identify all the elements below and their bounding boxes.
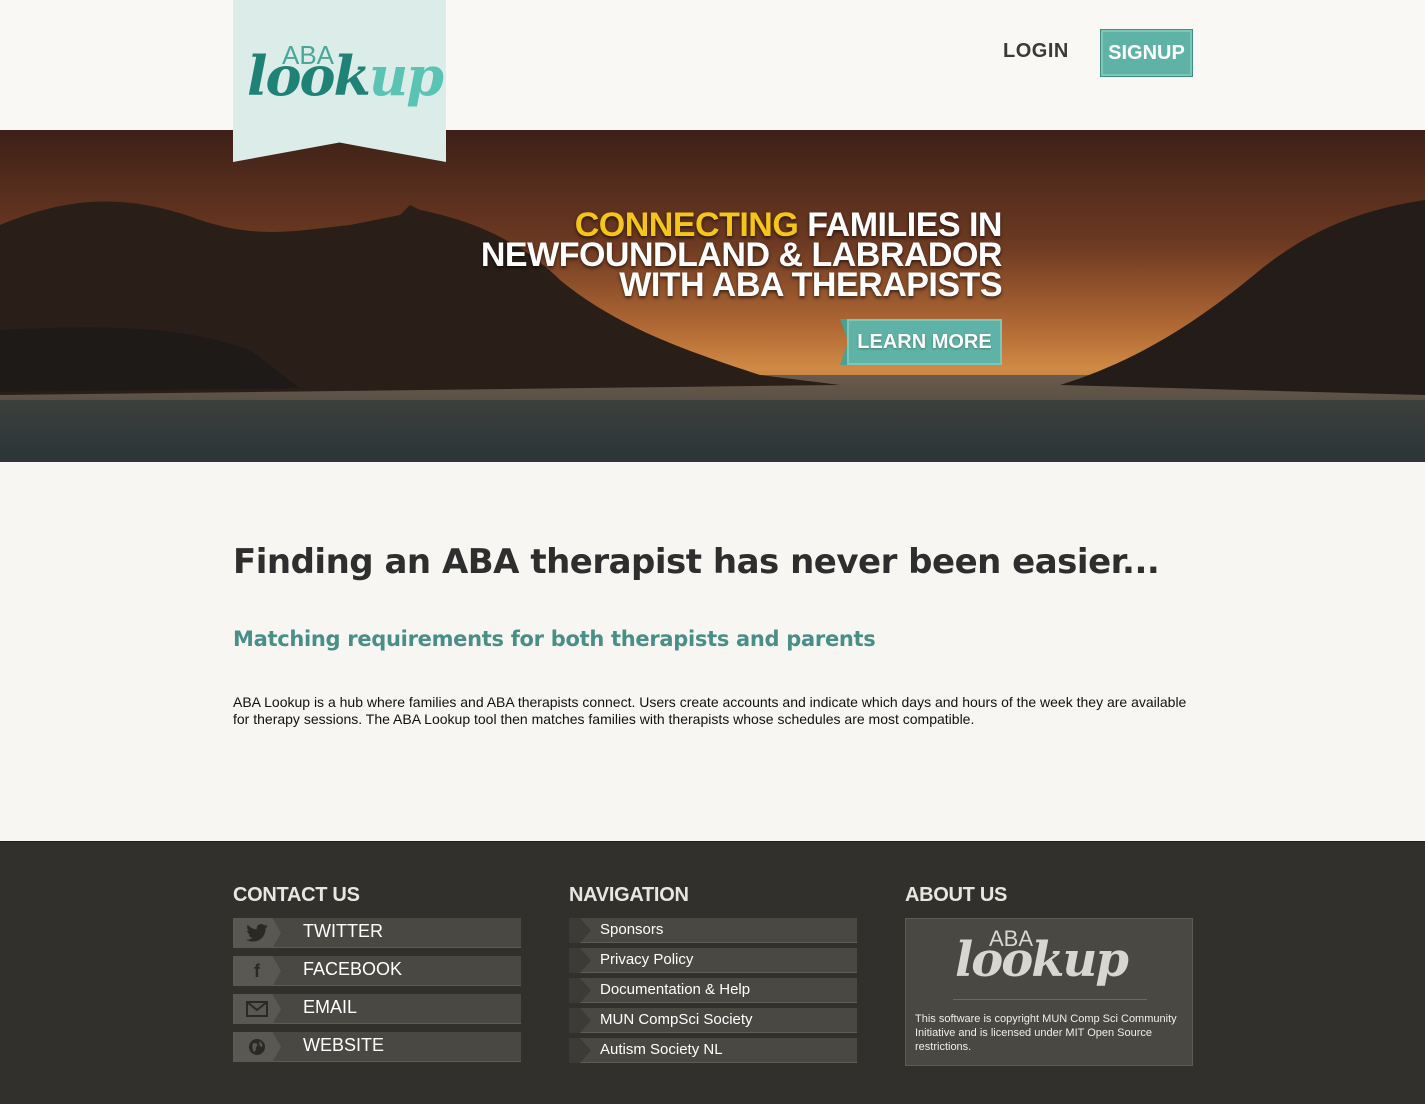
chevron-right-icon — [569, 1008, 591, 1033]
chevron-right-icon — [569, 978, 591, 1003]
twitter-icon — [233, 918, 281, 948]
contact-website-label: WEBSITE — [303, 1035, 385, 1055]
nav-sponsors-link[interactable]: Sponsors — [569, 918, 857, 943]
login-link[interactable]: LOGIN — [1003, 40, 1069, 63]
logo-up: up — [368, 44, 444, 108]
nav-mun-compsci-link[interactable]: MUN CompSci Society — [569, 1008, 857, 1033]
signup-button[interactable]: SIGNUP — [1100, 29, 1193, 77]
nav-autism-society-link[interactable]: Autism Society NL — [569, 1038, 857, 1063]
about-heading: ABOUT US — [905, 884, 1008, 906]
nav-autism-society-label: Autism Society NL — [600, 1041, 723, 1058]
page-subtitle: Matching requirements for both therapist… — [233, 627, 876, 651]
logo-lookup-text[interactable]: lookup — [247, 44, 444, 108]
page-title: Finding an ABA therapist has never been … — [233, 542, 1160, 582]
contact-email-label: EMAIL — [303, 997, 358, 1017]
contact-heading: CONTACT US — [233, 884, 360, 906]
about-divider — [953, 999, 1147, 1000]
nav-mun-compsci-label: MUN CompSci Society — [600, 1011, 753, 1028]
navigation-heading: NAVIGATION — [569, 884, 689, 906]
contact-email-link[interactable]: EMAIL — [233, 994, 521, 1024]
facebook-icon: f — [233, 956, 281, 986]
nav-privacy-policy-link[interactable]: Privacy Policy — [569, 948, 857, 973]
learn-more-button[interactable]: LEARN MORE — [847, 319, 1002, 365]
contact-facebook-label: FACEBOOK — [303, 959, 403, 979]
about-copyright-text: This software is copyright MUN Comp Sci … — [915, 1013, 1177, 1053]
contact-facebook-link[interactable]: f FACEBOOK — [233, 956, 521, 986]
nav-documentation-link[interactable]: Documentation & Help — [569, 978, 857, 1003]
globe-icon — [233, 1032, 281, 1062]
chevron-right-icon — [569, 918, 591, 943]
nav-sponsors-label: Sponsors — [600, 921, 664, 938]
intro-paragraph: ABA Lookup is a hub where families and A… — [233, 694, 1187, 727]
logo-look: look — [247, 44, 371, 108]
hero-banner: CONNECTING FAMILIES IN NEWFOUNDLAND & LA… — [0, 130, 1425, 462]
nav-documentation-label: Documentation & Help — [600, 981, 751, 998]
contact-twitter-label: TWITTER — [303, 921, 383, 941]
about-logo-lookup: lookup — [955, 932, 1129, 988]
contact-twitter-link[interactable]: TWITTER — [233, 918, 521, 948]
chevron-right-icon — [569, 1038, 591, 1063]
site-header — [0, 0, 1425, 130]
hero-headline-line3: WITH ABA THERAPISTS — [619, 266, 1002, 304]
envelope-icon — [233, 994, 281, 1024]
nav-privacy-policy-label: Privacy Policy — [600, 951, 694, 968]
chevron-right-icon — [569, 948, 591, 973]
contact-website-link[interactable]: WEBSITE — [233, 1032, 521, 1062]
